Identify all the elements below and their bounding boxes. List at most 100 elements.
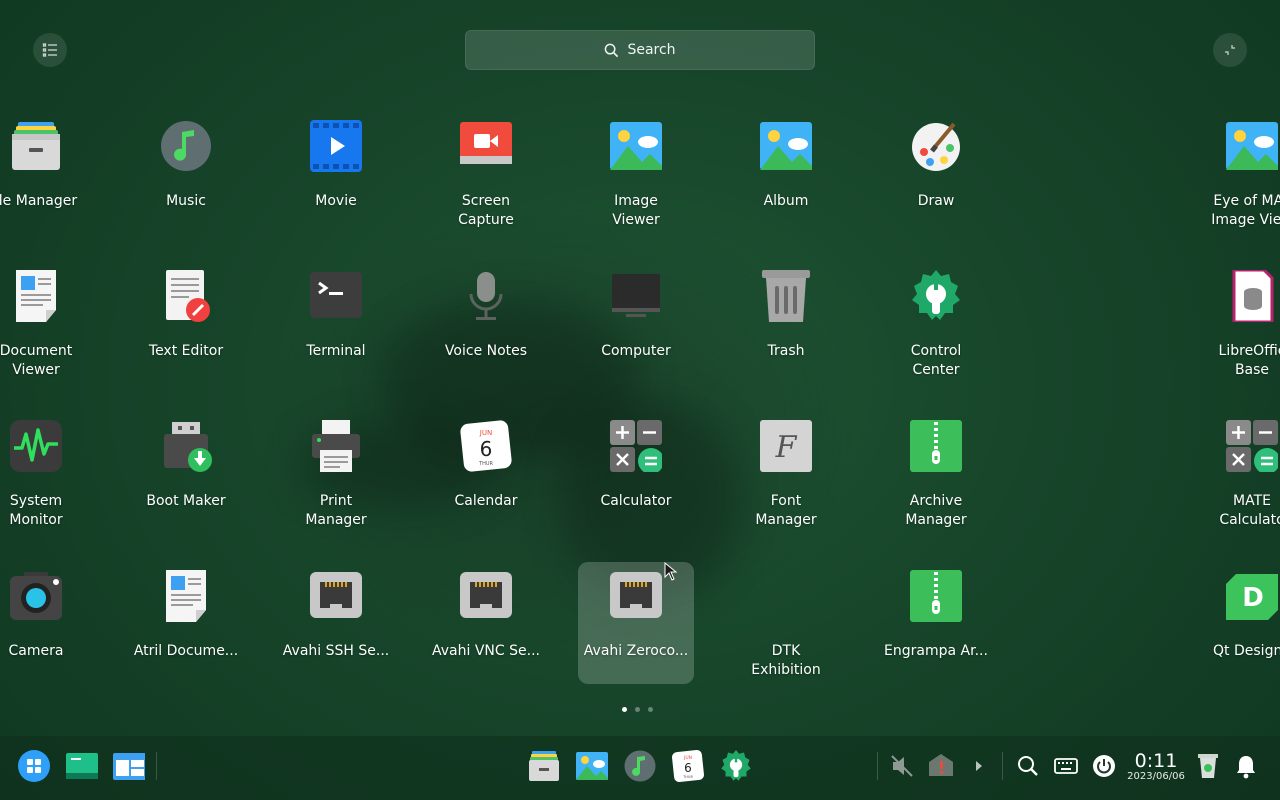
app-file-manager[interactable]: ile Manager bbox=[0, 120, 94, 242]
app-label: Print Manager bbox=[305, 493, 367, 528]
app-atril-document[interactable]: Atril Docume... bbox=[128, 570, 244, 692]
app-print-manager[interactable]: Print Manager bbox=[278, 420, 394, 542]
app-label: DTK Exhibition bbox=[751, 643, 821, 678]
app-libreoffice-base[interactable]: LibreOffic Base bbox=[1194, 270, 1280, 392]
list-view-button[interactable] bbox=[33, 33, 67, 67]
search-input[interactable]: Search bbox=[465, 30, 815, 70]
app-computer[interactable]: Computer bbox=[578, 270, 694, 392]
app-engrampa[interactable]: Engrampa Ar... bbox=[878, 570, 994, 692]
app-label: Album bbox=[763, 193, 809, 209]
app-label: Font Manager bbox=[755, 493, 817, 528]
dock-separator bbox=[1002, 752, 1003, 780]
app-camera[interactable]: Camera bbox=[0, 570, 94, 692]
page-dot[interactable] bbox=[622, 707, 627, 712]
dock-separator bbox=[877, 752, 878, 780]
qt-designer-icon: D bbox=[1226, 574, 1278, 620]
search-icon[interactable] bbox=[1012, 750, 1044, 782]
app-label: Avahi Zeroco... bbox=[583, 643, 689, 659]
app-label: Avahi VNC Se... bbox=[432, 643, 540, 659]
file-manager-icon bbox=[12, 122, 60, 170]
computer-icon bbox=[612, 274, 660, 317]
calendar-weekday: THUR bbox=[682, 775, 693, 779]
app-screen-capture[interactable]: Screen Capture bbox=[428, 120, 544, 242]
network-warning-icon[interactable] bbox=[925, 750, 957, 782]
camera-icon bbox=[10, 572, 62, 620]
engrampa-icon bbox=[910, 570, 962, 622]
trash-icon[interactable] bbox=[1192, 750, 1224, 782]
app-avahi-zeroconf[interactable]: Avahi Zeroco... bbox=[578, 562, 702, 707]
calendar-icon[interactable]: JUN 6 THUR bbox=[672, 750, 704, 782]
atril-document-icon bbox=[166, 570, 206, 622]
multitask-view-icon[interactable] bbox=[66, 750, 98, 782]
app-label: Control Center bbox=[910, 343, 962, 378]
file-manager-icon[interactable] bbox=[528, 750, 560, 782]
power-icon[interactable] bbox=[1088, 750, 1120, 782]
clock-date: 2023/06/06 bbox=[1127, 771, 1185, 782]
avahi-zeroconf-icon bbox=[610, 572, 662, 618]
workspace-icon[interactable] bbox=[113, 750, 145, 782]
app-label: Eye of MAT Image View bbox=[1211, 193, 1280, 228]
eye-of-mate-icon bbox=[1226, 122, 1278, 170]
search-icon bbox=[605, 43, 619, 57]
calendar-month: JUN bbox=[479, 429, 492, 437]
app-label: Archive Manager bbox=[905, 493, 967, 528]
app-trash[interactable]: Trash bbox=[728, 270, 844, 392]
page-dot[interactable] bbox=[648, 707, 653, 712]
app-label: Boot Maker bbox=[146, 493, 226, 509]
app-image-viewer[interactable]: Image Viewer bbox=[578, 120, 694, 242]
keyboard-icon[interactable] bbox=[1050, 750, 1082, 782]
app-eye-of-mate[interactable]: Eye of MAT Image View bbox=[1194, 120, 1280, 242]
app-label: Screen Capture bbox=[458, 193, 514, 228]
font-manager-icon: F bbox=[760, 420, 812, 472]
app-mate-calculator[interactable]: MATE Calculato bbox=[1194, 420, 1280, 542]
app-calendar[interactable]: JUN 6 THUR Calendar bbox=[428, 420, 544, 542]
calendar-day: 6 bbox=[480, 437, 493, 461]
launcher-icon[interactable] bbox=[18, 750, 50, 782]
app-qt-designer[interactable]: D Qt Designe bbox=[1194, 570, 1280, 692]
document-viewer-icon bbox=[16, 270, 56, 322]
app-avahi-vnc[interactable]: Avahi VNC Se... bbox=[428, 570, 544, 692]
exit-fullscreen-button[interactable] bbox=[1213, 33, 1247, 67]
calculator-icon bbox=[610, 420, 662, 472]
app-album[interactable]: Album bbox=[728, 120, 844, 242]
app-label: Movie bbox=[315, 193, 357, 209]
app-label: Image Viewer bbox=[612, 193, 660, 228]
collapse-icon bbox=[1225, 45, 1235, 55]
notification-icon[interactable] bbox=[1230, 750, 1262, 782]
app-label: MATE Calculato bbox=[1219, 493, 1280, 528]
app-document-viewer[interactable]: Document Viewer bbox=[0, 270, 94, 392]
app-label: Terminal bbox=[306, 343, 366, 359]
app-label: Trash bbox=[767, 343, 805, 359]
control-center-icon[interactable] bbox=[720, 750, 752, 782]
app-control-center[interactable]: Control Center bbox=[878, 270, 994, 392]
svg-text:D: D bbox=[1242, 583, 1264, 613]
app-terminal[interactable]: Terminal bbox=[278, 270, 394, 392]
app-music[interactable]: Music bbox=[128, 120, 244, 242]
app-draw[interactable]: Draw bbox=[878, 120, 994, 242]
volume-muted-icon[interactable] bbox=[886, 750, 918, 782]
app-label: Engrampa Ar... bbox=[884, 643, 988, 659]
terminal-icon bbox=[310, 272, 362, 318]
app-dtk-exhibition[interactable]: DTK Exhibition bbox=[728, 570, 844, 692]
page-indicator[interactable] bbox=[622, 707, 653, 712]
clock[interactable]: 0:11 2023/06/06 bbox=[1126, 751, 1186, 783]
app-calculator[interactable]: Calculator bbox=[578, 420, 694, 542]
mate-calculator-icon bbox=[1226, 420, 1278, 472]
page-dot[interactable] bbox=[635, 707, 640, 712]
app-label: ile Manager bbox=[0, 193, 78, 209]
app-voice-notes[interactable]: Voice Notes bbox=[428, 270, 544, 392]
app-archive-manager[interactable]: Archive Manager bbox=[878, 420, 994, 542]
app-avahi-ssh[interactable]: Avahi SSH Se... bbox=[278, 570, 394, 692]
draw-icon bbox=[912, 122, 960, 171]
music-icon[interactable] bbox=[624, 750, 656, 782]
app-boot-maker[interactable]: Boot Maker bbox=[128, 420, 244, 542]
expand-tray-icon[interactable] bbox=[962, 750, 994, 782]
app-text-editor[interactable]: Text Editor bbox=[128, 270, 244, 392]
app-font-manager[interactable]: F Font Manager bbox=[728, 420, 844, 542]
app-movie[interactable]: Movie bbox=[278, 120, 394, 242]
app-label: Voice Notes bbox=[444, 343, 528, 359]
app-system-monitor[interactable]: System Monitor bbox=[0, 420, 94, 542]
app-label: Document Viewer bbox=[0, 343, 73, 378]
control-center-icon bbox=[912, 270, 960, 320]
image-viewer-icon[interactable] bbox=[576, 750, 608, 782]
